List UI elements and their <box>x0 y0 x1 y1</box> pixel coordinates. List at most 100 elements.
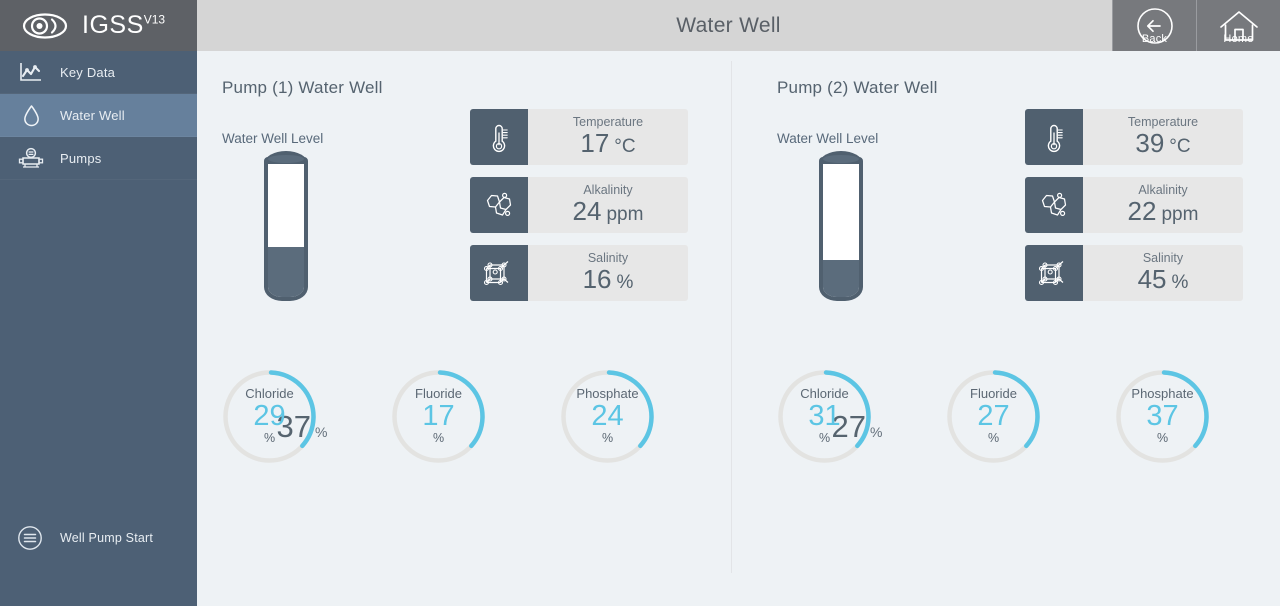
logo-word: IGSS <box>82 11 144 39</box>
metric-icon-box <box>1025 177 1083 233</box>
metric-icon-box <box>470 177 528 233</box>
molecule-icon <box>482 189 516 221</box>
gauge-value: 17 <box>422 400 455 433</box>
gauge-label: Chloride <box>800 385 849 401</box>
gauge-label: Phosphate <box>1131 385 1194 401</box>
gauge-unit: % <box>601 431 614 446</box>
metric-card: Salinity 45% <box>1025 245 1243 301</box>
gauge-label: Fluoride <box>970 385 1017 401</box>
lattice-icon <box>482 256 516 290</box>
metric-card: Salinity 16% <box>470 245 688 301</box>
metric-body: Alkalinity 24 ppm <box>528 177 688 233</box>
chemistry-gauge-list: Chloride 29% Fluoride 17% Phosphate 24% <box>222 369 655 464</box>
menu-circle-icon <box>14 525 46 551</box>
gauge-readout: Chloride 29% <box>222 369 317 464</box>
tank-body <box>264 157 308 301</box>
metric-icon-box <box>1025 109 1083 165</box>
chemistry-gauge: Fluoride 17% <box>391 369 486 464</box>
thermometer-icon <box>484 120 514 154</box>
gauge-value: 29 <box>253 400 286 433</box>
tank-body <box>819 157 863 301</box>
gauge-readout: Fluoride 17% <box>391 369 486 464</box>
chart-icon <box>16 59 46 85</box>
well-pump-start-label: Well Pump Start <box>60 531 154 545</box>
gauge-label: Phosphate <box>576 385 639 401</box>
metric-card: Temperature 17 °C <box>470 109 688 165</box>
metric-icon-box <box>470 109 528 165</box>
sidebar-item-key-data[interactable]: Key Data <box>0 51 197 94</box>
sidebar-item-label: Pumps <box>60 150 102 166</box>
metric-value-row: 22 ppm <box>1128 198 1199 224</box>
metric-value-row: 39 °C <box>1135 130 1190 156</box>
sidebar-item-label: Key Data <box>60 64 116 80</box>
metric-value: 16 <box>582 264 612 295</box>
metric-value-row: 16% <box>583 266 634 292</box>
gauge-value: 37 <box>1146 400 1179 433</box>
sidebar-nav: Key Data Water Well Pumps <box>0 51 197 180</box>
metric-value: 22 <box>1127 196 1157 227</box>
water-well-level-label: Water Well Level <box>777 131 879 146</box>
gauge-readout: Phosphate 24% <box>560 369 655 464</box>
logo-version: V13 <box>143 12 166 27</box>
water-well-level-label: Water Well Level <box>222 131 324 146</box>
home-button-label: Home <box>1223 33 1254 45</box>
gauge-value: 31 <box>808 400 841 433</box>
metric-unit: °C <box>614 136 636 158</box>
gauge-unit: % <box>818 431 831 446</box>
sidebar-item-pumps[interactable]: Pumps <box>0 137 197 180</box>
gauge-unit: % <box>1156 431 1169 446</box>
logo-text: IGSSV13 <box>82 13 165 38</box>
topbar: Water Well Back Home <box>197 0 1280 51</box>
metric-unit: % <box>1171 272 1189 294</box>
tank <box>819 151 863 301</box>
content-area: Pump (1) Water Well Water Well Level 37% Te… <box>197 51 1280 606</box>
pump-panel-title: Pump (1) Water Well <box>222 78 383 97</box>
metric-body: Temperature 39 °C <box>1083 109 1243 165</box>
panel-divider <box>731 61 732 573</box>
back-button[interactable]: Back <box>1112 0 1196 51</box>
metric-value-row: 24 ppm <box>573 198 644 224</box>
gauge-readout: Fluoride 27% <box>946 369 1041 464</box>
chemistry-gauge-list: Chloride 31% Fluoride 27% Phosphate 37% <box>777 369 1210 464</box>
droplet-icon <box>16 102 46 128</box>
tank-cap-inner <box>823 155 859 163</box>
metric-card-list: Temperature 17 °C Alkalinity 24 ppm Salinity 16… <box>470 109 688 313</box>
tank-fill <box>823 260 859 297</box>
chemistry-gauge: Phosphate 37% <box>1115 369 1210 464</box>
gauge-unit: % <box>987 431 1000 446</box>
gauge-readout: Phosphate 37% <box>1115 369 1210 464</box>
back-button-label: Back <box>1141 33 1168 45</box>
metric-value: 17 <box>580 128 610 159</box>
tank-fill <box>268 246 304 297</box>
chemistry-gauge: Fluoride 27% <box>946 369 1041 464</box>
metric-card: Temperature 39 °C <box>1025 109 1243 165</box>
gauge-label: Chloride <box>245 385 294 401</box>
metric-unit: ppm <box>1161 204 1199 226</box>
tank-cap <box>264 151 308 164</box>
metric-card: Alkalinity 22 ppm <box>1025 177 1243 233</box>
metric-value: 39 <box>1135 128 1165 159</box>
eye-icon <box>22 12 68 40</box>
app-logo: IGSSV13 <box>0 0 197 51</box>
tank <box>264 151 308 301</box>
metric-card-list: Temperature 39 °C Alkalinity 22 ppm Salinity 45… <box>1025 109 1243 313</box>
sidebar-item-label: Water Well <box>60 107 125 123</box>
gauge-unit: % <box>432 431 445 446</box>
home-button[interactable]: Home <box>1196 0 1280 51</box>
pump-panel-title: Pump (2) Water Well <box>777 78 938 97</box>
thermometer-icon <box>1039 120 1069 154</box>
chemistry-gauge: Chloride 31% <box>777 369 872 464</box>
page-title: Water Well <box>676 13 781 37</box>
metric-body: Alkalinity 22 ppm <box>1083 177 1243 233</box>
chemistry-gauge: Chloride 29% <box>222 369 317 464</box>
main-area: Water Well Back Home Pump (1) Water Well… <box>197 0 1280 606</box>
sidebar-item-water-well[interactable]: Water Well <box>0 94 197 137</box>
well-pump-start-button[interactable]: Well Pump Start <box>0 516 197 560</box>
metric-body: Temperature 17 °C <box>528 109 688 165</box>
tank-cap-inner <box>268 155 304 163</box>
water-well-level-gauge: 27% <box>811 151 882 444</box>
water-well-screen: IGSSV13 Key Data Water Well Pumps Well P… <box>0 0 1280 606</box>
metric-body: Salinity 16% <box>528 245 688 301</box>
metric-unit: % <box>616 272 634 294</box>
